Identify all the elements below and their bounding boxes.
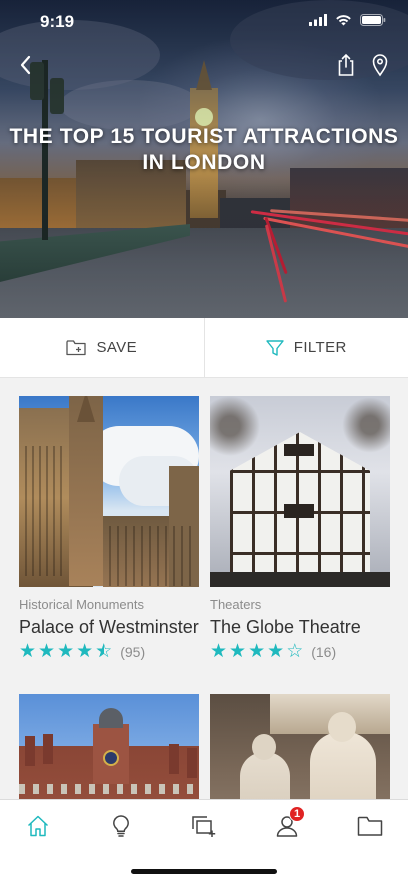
star-filled-icon: ★ — [210, 641, 228, 662]
share-icon — [338, 53, 354, 76]
star-filled-icon: ★ — [229, 641, 247, 662]
filter-label: FILTER — [293, 339, 347, 356]
save-label: SAVE — [96, 339, 137, 356]
attraction-photo — [19, 396, 199, 587]
page-title: THE TOP 15 TOURIST ATTRACTIONS IN LONDON — [9, 125, 399, 174]
chevron-left-icon — [20, 55, 31, 75]
card-title: Palace of Westminster — [19, 617, 199, 637]
signal-icon — [309, 14, 327, 26]
save-button[interactable]: SAVE — [0, 318, 204, 377]
attraction-photo — [19, 694, 199, 799]
filter-button[interactable]: FILTER — [203, 318, 408, 377]
star-filled-icon: ★ — [76, 641, 94, 662]
folder-icon — [357, 816, 383, 836]
notification-badge: 1 — [289, 806, 305, 822]
star-filled-icon: ★ — [57, 641, 75, 662]
card-title: The Globe Theatre — [210, 617, 361, 637]
star-rating: ★ ★ ★ ★ ★☆ (95) — [19, 642, 199, 662]
attractions-grid: Historical Monuments Palace of Westminst… — [0, 378, 408, 799]
map-pin-icon — [372, 54, 388, 77]
lightbulb-icon — [113, 815, 129, 837]
action-bar: SAVE FILTER — [0, 318, 408, 378]
attraction-photo — [210, 396, 390, 587]
star-empty-icon: ☆ — [286, 641, 304, 662]
tab-profile[interactable]: 1 — [267, 806, 307, 840]
star-filled-icon: ★ — [267, 641, 285, 662]
star-filled-icon: ★ — [38, 641, 56, 662]
battery-icon — [360, 14, 386, 26]
review-count: (95) — [120, 644, 146, 660]
share-button[interactable] — [336, 52, 356, 78]
folder-add-icon — [66, 340, 87, 356]
back-button[interactable] — [14, 52, 38, 78]
home-icon — [27, 815, 49, 837]
tab-folder[interactable] — [350, 812, 390, 840]
wifi-icon — [336, 15, 351, 26]
tab-ideas[interactable] — [101, 812, 141, 840]
filter-icon — [266, 339, 284, 356]
map-pin-button[interactable] — [370, 52, 390, 78]
attraction-card[interactable] — [210, 694, 390, 799]
attraction-card[interactable]: Theaters The Globe Theatre ★ ★ ★ ★ ☆ (16… — [210, 396, 390, 662]
tab-add-collection[interactable] — [184, 812, 224, 840]
status-time: 9:19 — [40, 12, 75, 31]
attraction-card[interactable]: Historical Monuments Palace of Westminst… — [19, 396, 199, 662]
card-category: Theaters — [210, 597, 262, 612]
star-filled-icon: ★ — [248, 641, 266, 662]
status-bar: 9:19 — [0, 0, 408, 44]
star-filled-icon: ★ — [19, 641, 37, 662]
home-indicator — [131, 869, 277, 874]
star-half-icon: ★☆ — [95, 641, 113, 662]
attraction-card[interactable] — [19, 694, 199, 799]
card-category: Historical Monuments — [19, 597, 144, 612]
attraction-photo — [210, 694, 390, 799]
review-count: (16) — [311, 644, 337, 660]
add-collection-icon — [192, 816, 216, 837]
tab-home[interactable] — [18, 812, 58, 840]
star-rating: ★ ★ ★ ★ ☆ (16) — [210, 642, 390, 662]
